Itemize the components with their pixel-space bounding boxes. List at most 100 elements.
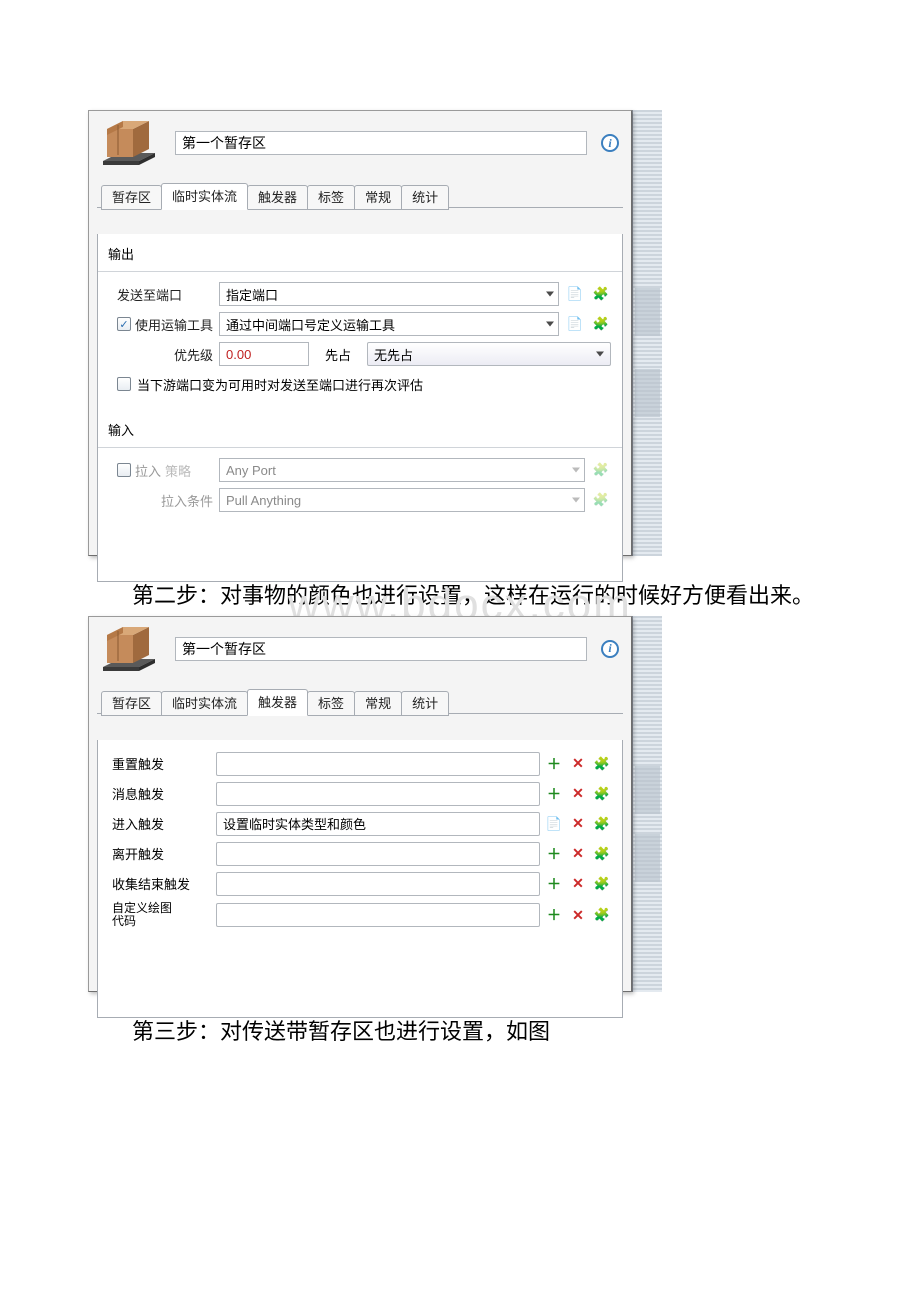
panel-header: i — [89, 111, 631, 173]
send-to-port-dropdown[interactable]: 指定端口 — [219, 282, 559, 306]
preempt-label: 先占 — [325, 345, 351, 364]
tab-triggers[interactable]: 触发器 — [247, 689, 308, 716]
add-icon[interactable] — [544, 905, 564, 925]
row-send-to-port: 发送至端口 指定端口 — [117, 281, 611, 307]
plugin-icon[interactable] — [592, 844, 612, 864]
viewport-strip — [632, 110, 662, 556]
use-transport-checkbox[interactable] — [117, 317, 131, 331]
priority-label: 优先级 — [117, 345, 213, 364]
pull-strategy-value: Any Port — [226, 463, 276, 478]
add-icon[interactable] — [544, 754, 564, 774]
row-message-trigger: 消息触发 — [112, 782, 612, 806]
row-use-transport: 使用运输工具 通过中间端口号定义运输工具 — [117, 311, 611, 337]
use-transport-label: 使用运输工具 — [117, 315, 213, 334]
reevaluate-label: 当下游端口变为可用时对发送至端口进行再次评估 — [137, 375, 423, 394]
row-exit-trigger: 离开触发 — [112, 842, 612, 866]
row-pull-condition: 拉入条件 Pull Anything — [117, 487, 611, 513]
code-edit-icon[interactable] — [544, 814, 564, 834]
row-priority: 优先级 先占 无先占 — [117, 341, 611, 367]
pull-strategy-label: 拉入 策略 — [117, 461, 213, 480]
message-trigger-field[interactable] — [216, 782, 540, 806]
tab-bar: 暂存区 临时实体流 触发器 标签 常规 统计 输出 发送至端口 — [97, 183, 623, 582]
collect-trigger-label: 收集结束触发 — [112, 874, 212, 893]
chevron-down-icon — [572, 468, 580, 473]
pull-checkbox[interactable] — [117, 463, 131, 477]
row-reset-trigger: 重置触发 — [112, 752, 612, 776]
add-icon[interactable] — [544, 874, 564, 894]
pull-condition-value: Pull Anything — [226, 493, 301, 508]
draw-trigger-label: 自定义绘图 代码 — [112, 902, 212, 930]
exit-trigger-field[interactable] — [216, 842, 540, 866]
remove-icon[interactable] — [568, 905, 588, 925]
use-transport-dropdown[interactable]: 通过中间端口号定义运输工具 — [219, 312, 559, 336]
remove-icon[interactable] — [568, 814, 588, 834]
reset-trigger-label: 重置触发 — [112, 754, 212, 773]
send-to-port-label: 发送至端口 — [117, 285, 213, 304]
remove-icon[interactable] — [568, 754, 588, 774]
plugin-icon — [591, 490, 611, 510]
viewport-strip — [632, 616, 662, 992]
tab-labels[interactable]: 标签 — [307, 691, 355, 716]
output-group-label: 输出 — [108, 240, 612, 265]
plugin-icon[interactable] — [592, 814, 612, 834]
tab-flow[interactable]: 临时实体流 — [161, 691, 248, 716]
draw-trigger-field[interactable] — [216, 903, 540, 927]
tab-body-flow: 输出 发送至端口 指定端口 — [97, 234, 623, 582]
pull-condition-dropdown: Pull Anything — [219, 488, 585, 512]
collect-trigger-field[interactable] — [216, 872, 540, 896]
tab-general[interactable]: 常规 — [354, 691, 402, 716]
remove-icon[interactable] — [568, 784, 588, 804]
screenshot-panel-1: i 暂存区 临时实体流 触发器 标签 常规 统计 输出 — [88, 110, 660, 556]
tab-triggers[interactable]: 触发器 — [247, 185, 308, 210]
tab-general[interactable]: 常规 — [354, 185, 402, 210]
row-pull-strategy: 拉入 策略 Any Port — [117, 457, 611, 483]
tab-queue[interactable]: 暂存区 — [101, 691, 162, 716]
queue-icon — [97, 115, 161, 171]
row-collect-trigger: 收集结束触发 — [112, 872, 612, 896]
chevron-down-icon — [546, 292, 554, 297]
tab-labels[interactable]: 标签 — [307, 185, 355, 210]
enter-trigger-label: 进入触发 — [112, 814, 212, 833]
row-enter-trigger: 进入触发 设置临时实体类型和颜色 — [112, 812, 612, 836]
remove-icon[interactable] — [568, 874, 588, 894]
plugin-icon[interactable] — [592, 754, 612, 774]
plugin-icon[interactable] — [591, 314, 611, 334]
object-name-input[interactable] — [175, 637, 587, 661]
row-draw-trigger: 自定义绘图 代码 — [112, 902, 612, 930]
remove-icon[interactable] — [568, 844, 588, 864]
tab-queue[interactable]: 暂存区 — [101, 185, 162, 210]
code-edit-icon[interactable] — [565, 284, 585, 304]
reset-trigger-field[interactable] — [216, 752, 540, 776]
add-icon[interactable] — [544, 784, 564, 804]
tab-stats[interactable]: 统计 — [401, 691, 449, 716]
panel-header: i — [89, 617, 631, 679]
pull-strategy-dropdown: Any Port — [219, 458, 585, 482]
tab-stats[interactable]: 统计 — [401, 185, 449, 210]
enter-trigger-field[interactable]: 设置临时实体类型和颜色 — [216, 812, 540, 836]
preempt-select[interactable]: 无先占 — [367, 342, 611, 366]
plugin-icon[interactable] — [591, 284, 611, 304]
use-transport-value: 通过中间端口号定义运输工具 — [226, 315, 395, 334]
plugin-icon — [591, 460, 611, 480]
info-icon[interactable]: i — [601, 134, 619, 152]
chevron-down-icon — [596, 352, 604, 357]
chevron-down-icon — [546, 322, 554, 327]
plugin-icon[interactable] — [592, 784, 612, 804]
message-trigger-label: 消息触发 — [112, 784, 212, 803]
screenshot-panel-2: i 暂存区 临时实体流 触发器 标签 常规 统计 重置触发 — [88, 616, 660, 992]
object-name-input[interactable] — [175, 131, 587, 155]
code-edit-icon[interactable] — [565, 314, 585, 334]
tab-flow[interactable]: 临时实体流 — [161, 183, 248, 210]
plugin-icon[interactable] — [592, 874, 612, 894]
priority-input[interactable] — [219, 342, 309, 366]
properties-panel: i 暂存区 临时实体流 触发器 标签 常规 统计 输出 — [88, 110, 632, 556]
add-icon[interactable] — [544, 844, 564, 864]
chevron-down-icon — [572, 498, 580, 503]
row-reevaluate: 当下游端口变为可用时对发送至端口进行再次评估 — [117, 371, 611, 397]
info-icon[interactable]: i — [601, 640, 619, 658]
send-to-port-value: 指定端口 — [226, 285, 278, 304]
plugin-icon[interactable] — [592, 905, 612, 925]
queue-icon — [97, 621, 161, 677]
input-group-label: 输入 — [108, 416, 612, 441]
reevaluate-checkbox[interactable] — [117, 377, 131, 391]
